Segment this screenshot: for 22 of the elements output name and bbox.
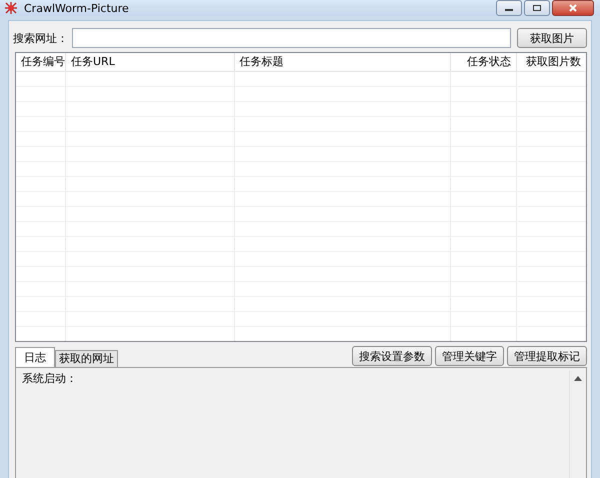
column-header[interactable]: 任务URL	[66, 53, 235, 71]
url-field[interactable]	[72, 28, 511, 48]
log-text: 系统启动：	[22, 371, 78, 387]
column-header[interactable]: 任务编号	[16, 53, 66, 71]
action-button[interactable]: 管理提取标记	[507, 346, 587, 366]
column-header[interactable]: 获取图片数	[517, 53, 586, 71]
bug-icon	[4, 1, 18, 15]
window-title: CrawlWorm-Picture	[24, 2, 129, 14]
minimize-button[interactable]	[496, 0, 522, 16]
column-header[interactable]: 任务状态	[451, 53, 518, 71]
maximize-icon	[532, 4, 542, 12]
action-button[interactable]: 搜索设置参数	[352, 346, 432, 366]
close-button[interactable]	[552, 0, 594, 16]
maximize-button[interactable]	[524, 0, 550, 16]
close-icon	[568, 4, 578, 12]
tab[interactable]: 日志	[15, 347, 55, 367]
search-label: 搜索网址：	[13, 30, 68, 46]
action-button[interactable]: 管理关键字	[435, 346, 504, 366]
column-header[interactable]: 任务标题	[234, 53, 452, 71]
scroll-up-icon[interactable]	[574, 376, 582, 381]
fetch-images-button[interactable]: 获取图片	[517, 28, 587, 48]
tab[interactable]: 获取的网址	[55, 350, 118, 367]
